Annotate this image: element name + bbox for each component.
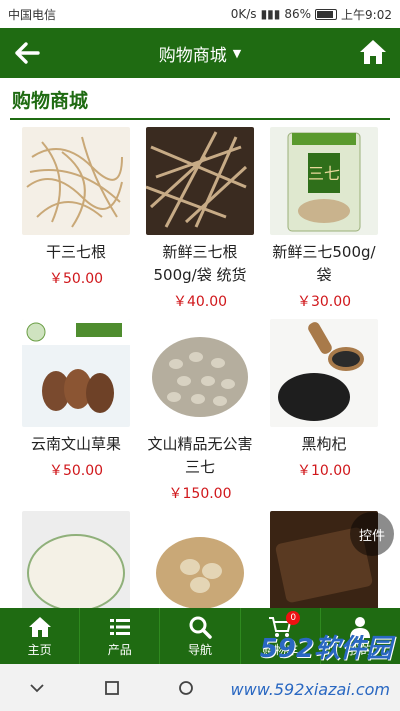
watermark-brand: 592软件园 xyxy=(259,634,392,664)
list-icon xyxy=(109,618,130,635)
tab-products[interactable]: 产品 xyxy=(80,608,161,664)
home-icon xyxy=(28,616,51,637)
product-name: 云南文山草果 xyxy=(30,435,121,453)
battery-percent: 86% xyxy=(284,7,312,21)
product-image xyxy=(146,319,254,427)
product-card[interactable]: 三七 新鲜三七500g/袋 ￥30.00 xyxy=(264,127,384,311)
signal-icon: ▮▮▮ xyxy=(260,7,281,21)
search-icon xyxy=(189,616,212,639)
product-price: ￥40.00 xyxy=(172,294,228,310)
product-name: 新鲜三七500g/袋 xyxy=(272,243,376,284)
tab-home[interactable]: 主页 xyxy=(0,608,81,664)
product-price: ￥10.00 xyxy=(296,463,352,479)
back-arrow-icon[interactable] xyxy=(12,38,42,68)
product-image xyxy=(146,511,254,608)
tab-navigation[interactable]: 导航 xyxy=(160,608,241,664)
status-bar: 中国电信 0K/s ▮▮▮ 86% 上午9:02 xyxy=(0,0,400,28)
tab-label: 导航 xyxy=(188,642,213,657)
product-image xyxy=(22,127,130,235)
product-image: 三七 xyxy=(270,127,378,235)
watermark-url: www.592xiazai.com xyxy=(230,680,390,699)
battery-icon xyxy=(315,8,338,20)
section-title: 购物商城 xyxy=(12,90,89,112)
product-image xyxy=(270,319,378,427)
product-image xyxy=(22,319,130,427)
app-header: 购物商城 ▼ xyxy=(0,28,400,78)
tab-label: 产品 xyxy=(107,642,132,657)
home-icon[interactable] xyxy=(358,37,388,67)
network-speed: 0K/s xyxy=(230,7,257,21)
product-name: 黑枸杞 xyxy=(301,435,347,453)
carrier-label: 中国电信 xyxy=(8,7,57,22)
nav-down-icon[interactable] xyxy=(28,679,46,697)
header-title-dropdown[interactable]: 购物商城 ▼ xyxy=(159,41,241,66)
nav-recent-icon[interactable] xyxy=(103,679,121,697)
tab-label: 主页 xyxy=(27,642,52,657)
product-card[interactable]: 文山精品无公害三七 ￥150.00 xyxy=(140,319,260,503)
product-image xyxy=(146,127,254,235)
product-price: ￥30.00 xyxy=(296,294,352,310)
product-card[interactable]: 云南文山草果 ￥50.00 xyxy=(16,319,136,480)
caret-down-icon: ▼ xyxy=(232,46,242,60)
header-title: 购物商城 xyxy=(158,45,227,66)
floating-control-button[interactable]: 控件 xyxy=(350,512,394,556)
section-divider xyxy=(10,118,390,120)
product-card[interactable]: 干三七根 ￥50.00 xyxy=(16,127,136,288)
product-name: 新鲜三七根500g/袋 统货 xyxy=(153,243,247,284)
product-image xyxy=(22,511,130,608)
product-price: ￥150.00 xyxy=(168,486,232,502)
clock: 上午9:02 xyxy=(341,7,392,22)
svg-text:三七: 三七 xyxy=(308,164,340,183)
product-card[interactable] xyxy=(16,511,136,608)
product-name: 文山精品无公害三七 xyxy=(147,435,253,476)
product-price: ￥50.00 xyxy=(48,271,104,287)
cart-badge: 0 xyxy=(286,611,301,625)
product-card[interactable] xyxy=(140,511,260,608)
product-price: ￥50.00 xyxy=(48,463,104,479)
product-grid: 干三七根 ￥50.00 新鲜三七根500g/袋 统货 ￥40.00 三七 新鲜三… xyxy=(0,124,400,608)
product-name: 干三七根 xyxy=(45,243,106,261)
nav-home-icon[interactable] xyxy=(177,679,195,697)
product-card[interactable]: 新鲜三七根500g/袋 统货 ￥40.00 xyxy=(140,127,260,311)
product-card[interactable]: 黑枸杞 ￥10.00 xyxy=(264,319,384,480)
